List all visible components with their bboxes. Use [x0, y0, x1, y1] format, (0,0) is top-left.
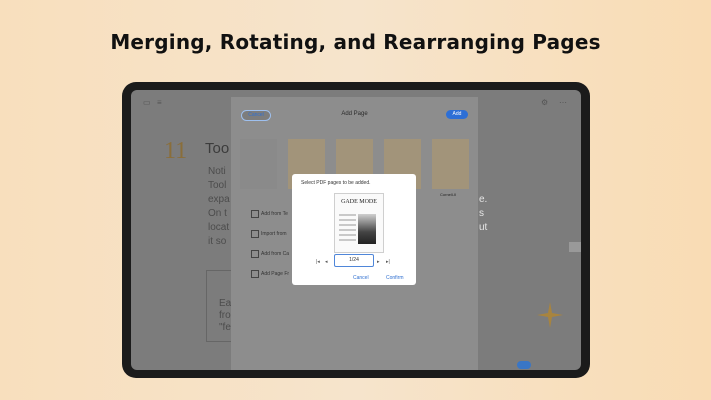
toggle-switch[interactable]: [517, 361, 531, 369]
doc-line: Noti: [208, 166, 226, 177]
doc-line: e.: [479, 194, 488, 205]
menu-icon[interactable]: ≡: [157, 98, 162, 107]
doc-line: On t: [208, 208, 227, 219]
last-page-icon[interactable]: ▸|: [386, 259, 390, 265]
doc-line: s: [479, 208, 484, 219]
dialog-cancel-button[interactable]: Cancel: [353, 275, 369, 281]
text-icon: [251, 210, 259, 218]
doc-line: Ea: [219, 298, 232, 309]
select-pages-dialog: Select PDF pages to be added. GADE MODE …: [292, 174, 416, 285]
more-icon[interactable]: ⋯: [559, 98, 567, 107]
doc-line: it so: [208, 236, 227, 247]
option-add-page-from[interactable]: Add Page Fr: [261, 271, 289, 277]
dialog-title: Select PDF pages to be added.: [301, 180, 371, 186]
template-thumbnail[interactable]: [432, 139, 469, 189]
doc-line: expa: [208, 194, 230, 205]
doc-line: fro: [219, 310, 231, 321]
magazine-photo: [358, 214, 376, 244]
scroll-handle[interactable]: [569, 242, 581, 252]
chapter-number: 11: [164, 138, 188, 164]
magazine-name: GADE MODE: [341, 199, 377, 205]
template-thumbnail[interactable]: [240, 139, 277, 189]
panel-title: Add Page: [341, 111, 368, 117]
option-import[interactable]: Import from: [261, 231, 287, 237]
tablet-screen: ▭ ≡ ⚙ ⋯ 11 Too Noti Tool expa On t locat…: [131, 90, 581, 370]
add-button[interactable]: Add: [446, 110, 468, 119]
first-page-icon[interactable]: |◂: [316, 259, 320, 265]
doc-line: "fe: [219, 322, 231, 333]
next-page-icon[interactable]: ▸: [377, 259, 380, 265]
doc-line: Tool: [208, 180, 227, 191]
prev-page-icon[interactable]: ◂: [325, 259, 328, 265]
camera-icon: [251, 250, 259, 258]
confirm-button[interactable]: Confirm: [386, 275, 404, 281]
option-add-from-text[interactable]: Add from Te: [261, 211, 288, 217]
option-add-from-camera[interactable]: Add from Ca: [261, 251, 289, 257]
doc-line: ut: [479, 222, 488, 233]
template-label: Cornell-II: [440, 192, 457, 197]
page-thumbnail[interactable]: GADE MODE: [334, 193, 384, 253]
doc-line: locat: [208, 222, 230, 233]
doc-title: Too: [205, 140, 230, 157]
settings-icon[interactable]: ⚙: [541, 98, 548, 107]
headline: Merging, Rotating, and Rearranging Pages: [110, 30, 601, 54]
sparkle-icon: [537, 302, 563, 328]
sidebar-icon[interactable]: ▭: [143, 98, 151, 107]
import-icon: [251, 230, 259, 238]
page-number-input[interactable]: 1/24: [334, 254, 374, 267]
page-icon: [251, 270, 259, 278]
